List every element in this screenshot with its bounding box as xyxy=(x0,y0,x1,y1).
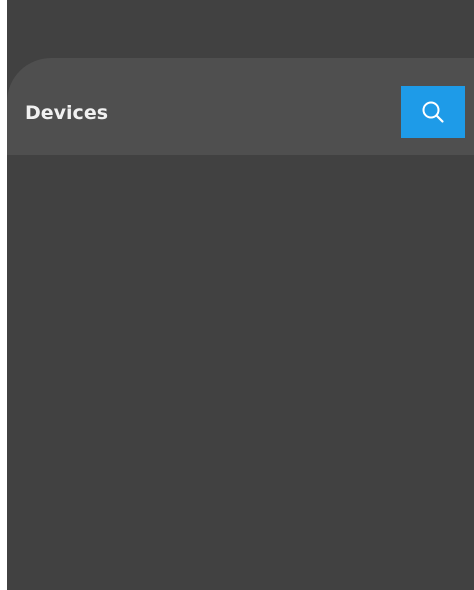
search-icon xyxy=(420,99,446,125)
device-list xyxy=(7,155,474,590)
panel-title: Devices xyxy=(25,102,109,124)
search-button[interactable] xyxy=(401,86,465,138)
panel-header: Devices xyxy=(7,58,474,155)
devices-panel: Devices xyxy=(7,58,474,590)
